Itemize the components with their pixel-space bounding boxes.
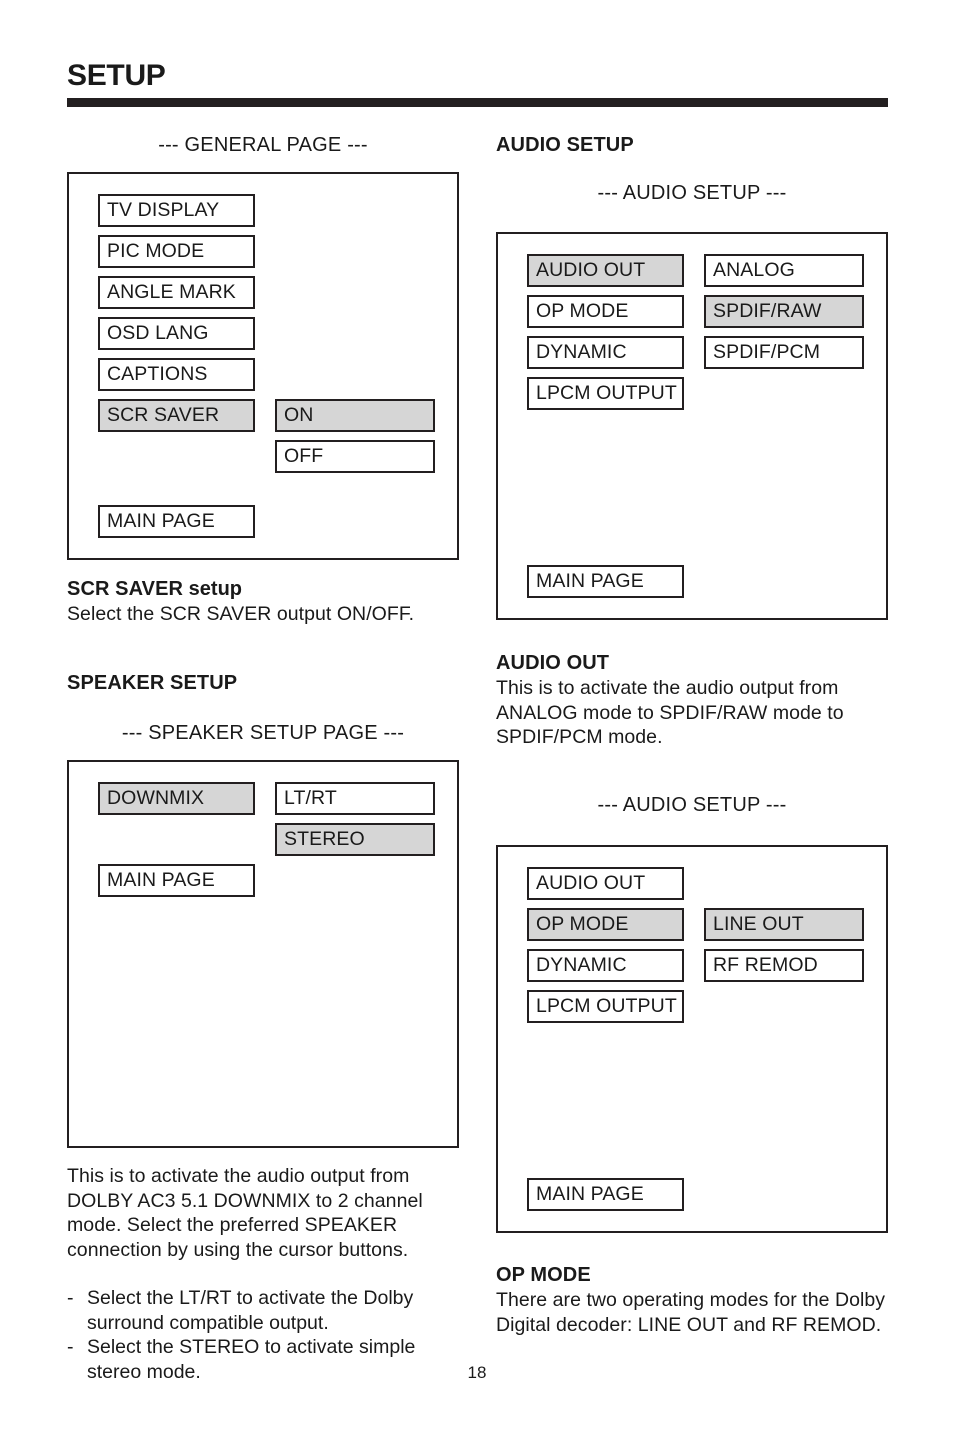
osd-item-lpcm-output[interactable]: LPCM OUTPUT (527, 990, 684, 1023)
audio-setup-screen-label-2: --- AUDIO SETUP --- (597, 794, 787, 816)
osd-item-tv-display[interactable]: TV DISPLAY (98, 194, 255, 227)
page-number: 18 (467, 1363, 487, 1382)
osd-item-main-page[interactable]: MAIN PAGE (527, 565, 684, 598)
op-mode-description: There are two operating modes for the Do… (496, 1289, 886, 1336)
osd-option-on[interactable]: ON (275, 399, 435, 432)
osd-audio-setup-2: AUDIO OUT OP MODE DYNAMIC LPCM OUTPUT LI… (496, 845, 888, 1233)
general-page-screen-label: --- GENERAL PAGE --- (158, 134, 368, 156)
op-mode-heading: OP MODE (496, 1264, 591, 1286)
osd-item-angle-mark[interactable]: ANGLE MARK (98, 276, 255, 309)
audio-out-heading: AUDIO OUT (496, 652, 610, 674)
speaker-setup-description: This is to activate the audio output fro… (67, 1165, 423, 1261)
osd-item-dynamic[interactable]: DYNAMIC (527, 949, 684, 982)
osd-item-lpcm-output[interactable]: LPCM OUTPUT (527, 377, 684, 410)
page-title: SETUP (67, 59, 166, 92)
manual-page: SETUP --- GENERAL PAGE --- TV DISPLAY PI… (0, 0, 954, 1430)
osd-option-line-out[interactable]: LINE OUT (704, 908, 864, 941)
osd-option-rf-remod[interactable]: RF REMOD (704, 949, 864, 982)
osd-item-audio-out[interactable]: AUDIO OUT (527, 254, 684, 287)
speaker-setup-screen-label: --- SPEAKER SETUP PAGE --- (121, 722, 405, 744)
audio-setup-heading: AUDIO SETUP (496, 134, 634, 156)
bullet-text: Select the LT/RT to activate the Dolby s… (87, 1287, 414, 1334)
scr-saver-heading-bold: SCR SAVER (67, 578, 184, 600)
osd-item-audio-out[interactable]: AUDIO OUT (527, 867, 684, 900)
osd-item-captions[interactable]: CAPTIONS (98, 358, 255, 391)
scr-saver-description: Select the SCR SAVER output ON/OFF. (67, 603, 415, 625)
scr-saver-heading-suffix: setup (183, 578, 243, 600)
osd-item-downmix[interactable]: DOWNMIX (98, 782, 255, 815)
audio-out-description: This is to activate the audio output fro… (496, 677, 844, 748)
osd-speaker-setup: DOWNMIX LT/RT STEREO MAIN PAGE (67, 760, 459, 1148)
osd-item-osd-lang[interactable]: OSD LANG (98, 317, 255, 350)
title-rule (67, 98, 888, 107)
scr-saver-heading: SCR SAVER setup (67, 576, 459, 602)
bullet-dash: - (67, 1336, 74, 1358)
osd-item-pic-mode[interactable]: PIC MODE (98, 235, 255, 268)
osd-item-scr-saver[interactable]: SCR SAVER (98, 399, 255, 432)
osd-option-spdif-pcm[interactable]: SPDIF/PCM (704, 336, 864, 369)
bullet-dash: - (67, 1287, 74, 1309)
audio-setup-screen-label-1: --- AUDIO SETUP --- (597, 182, 787, 204)
osd-item-dynamic[interactable]: DYNAMIC (527, 336, 684, 369)
osd-item-op-mode[interactable]: OP MODE (527, 295, 684, 328)
osd-option-off[interactable]: OFF (275, 440, 435, 473)
osd-general-page: TV DISPLAY PIC MODE ANGLE MARK OSD LANG … (67, 172, 459, 560)
osd-audio-setup-1: AUDIO OUT OP MODE DYNAMIC LPCM OUTPUT AN… (496, 232, 888, 620)
osd-option-spdif-raw[interactable]: SPDIF/RAW (704, 295, 864, 328)
osd-option-stereo[interactable]: STEREO (275, 823, 435, 856)
osd-option-lt-rt[interactable]: LT/RT (275, 782, 435, 815)
speaker-setup-heading: SPEAKER SETUP (67, 672, 238, 694)
osd-item-main-page[interactable]: MAIN PAGE (527, 1178, 684, 1211)
list-item: - Select the LT/RT to activate the Dolby… (67, 1286, 467, 1335)
osd-item-main-page[interactable]: MAIN PAGE (98, 505, 255, 538)
osd-item-main-page[interactable]: MAIN PAGE (98, 864, 255, 897)
osd-option-analog[interactable]: ANALOG (704, 254, 864, 287)
osd-item-op-mode[interactable]: OP MODE (527, 908, 684, 941)
